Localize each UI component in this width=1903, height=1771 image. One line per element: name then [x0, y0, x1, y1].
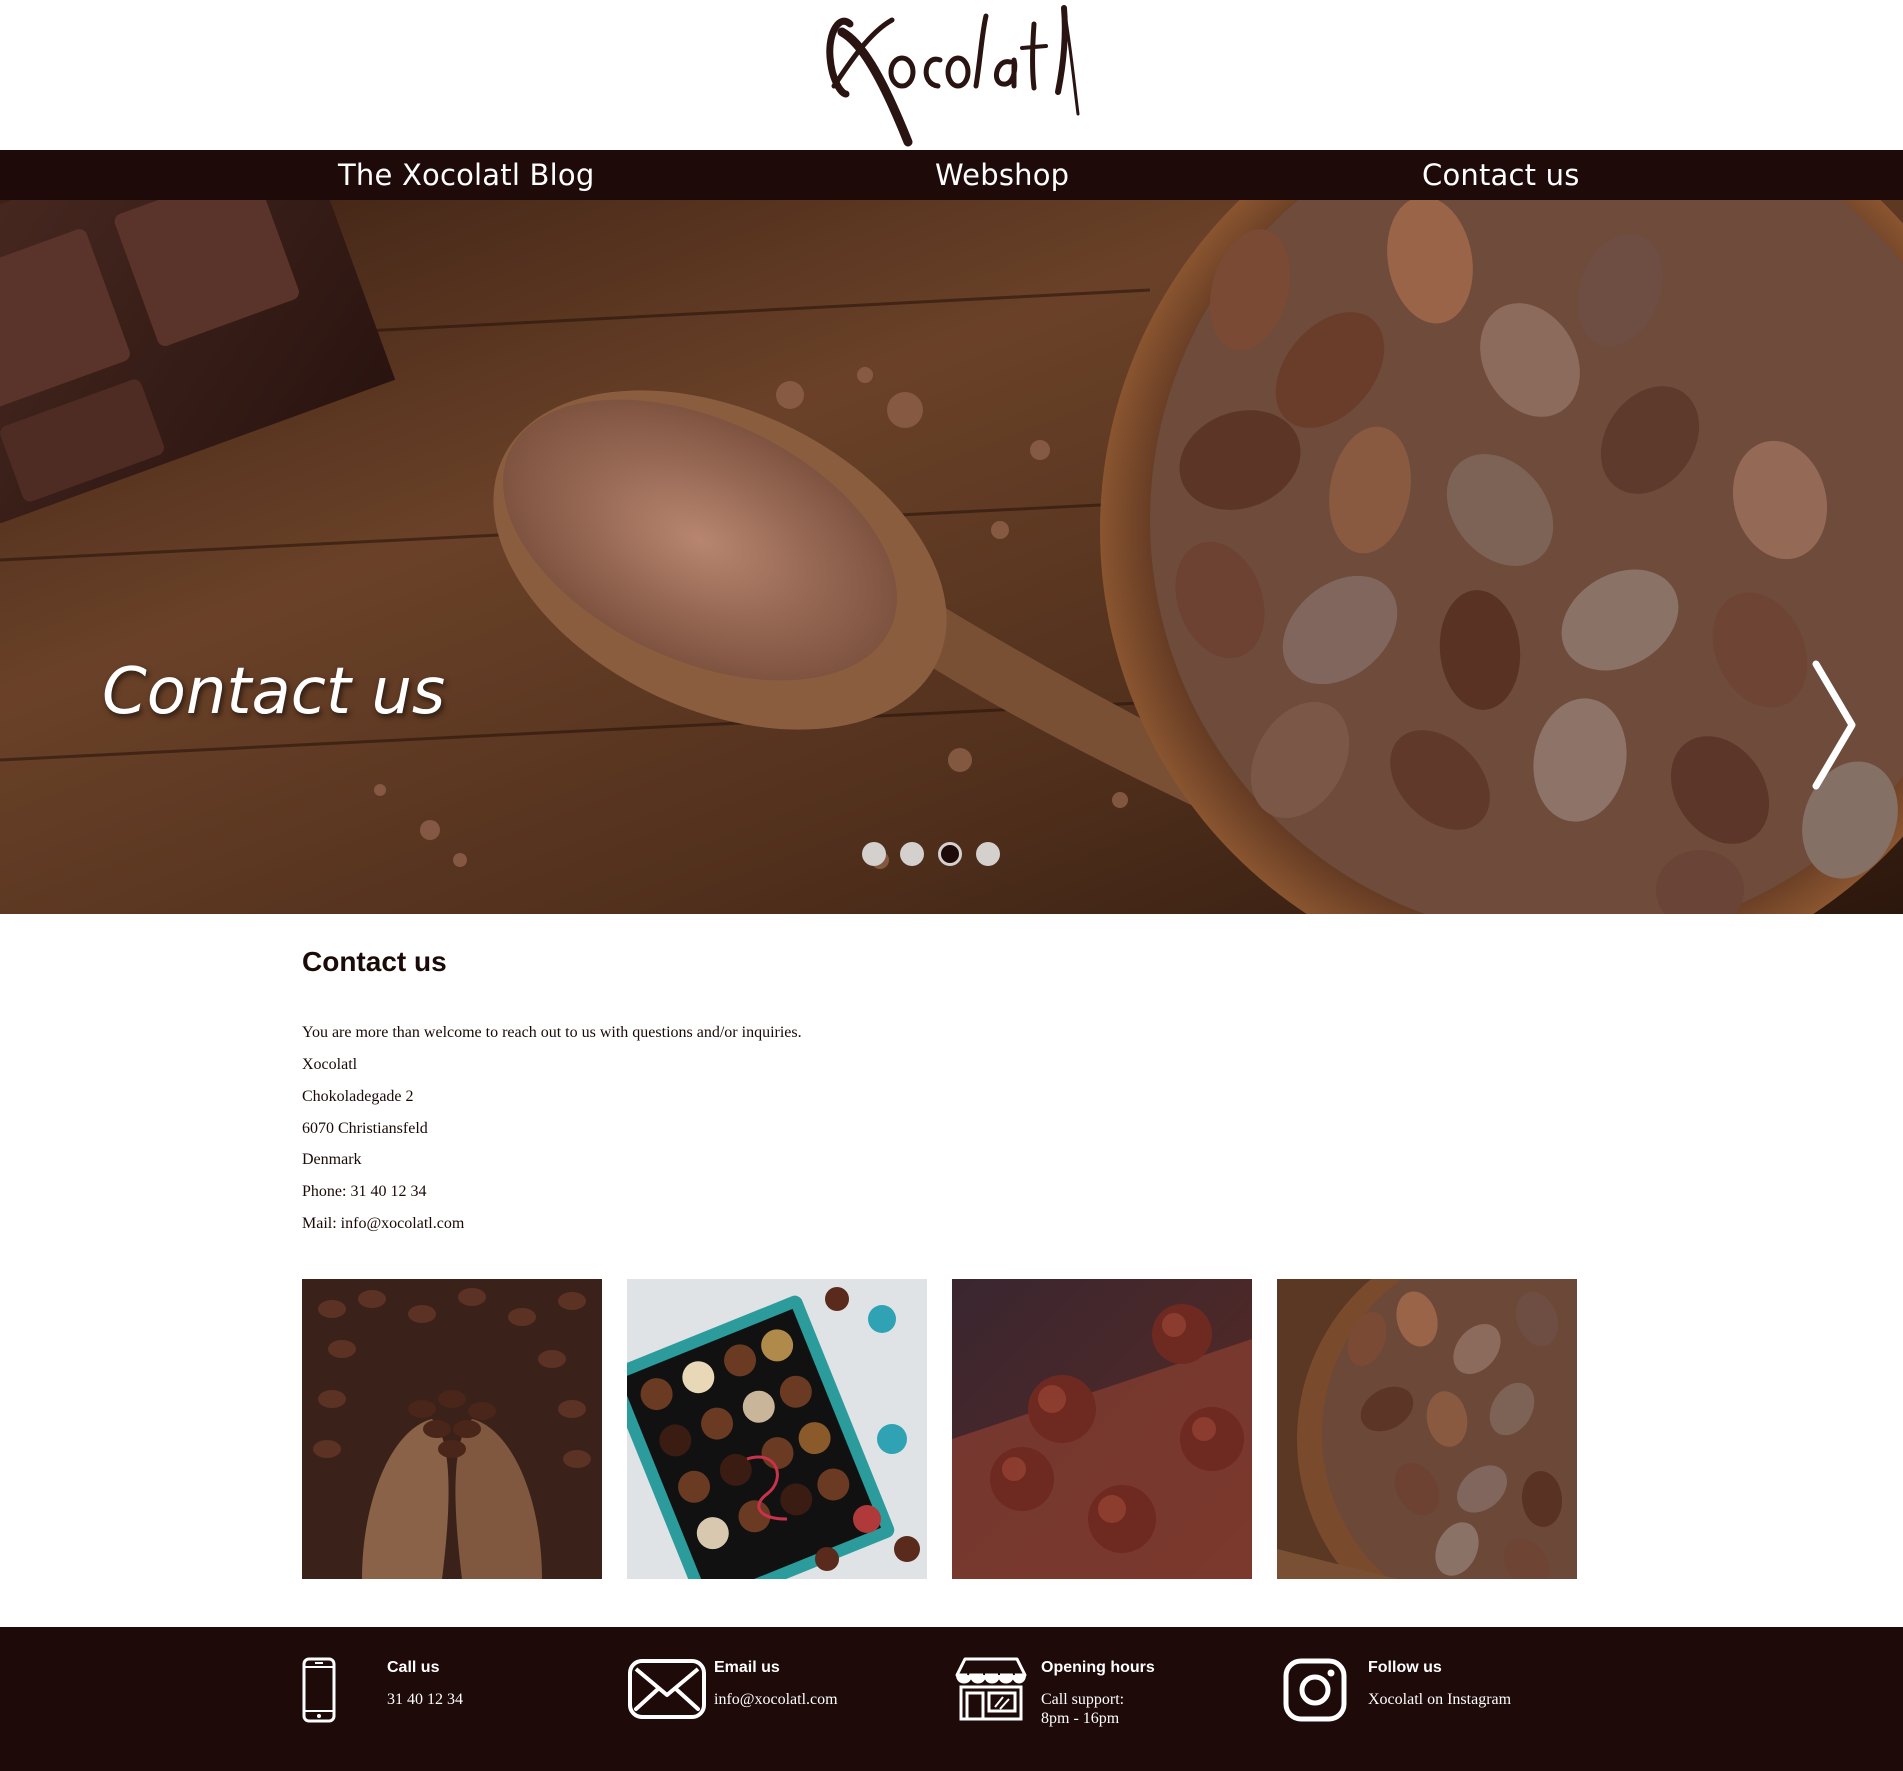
address-city: 6070 Christiansfeld	[302, 1120, 428, 1137]
gallery-image-truffles	[952, 1279, 1252, 1579]
hero-next-arrow-icon[interactable]	[1808, 660, 1858, 790]
address-name: Xocolatl	[302, 1056, 358, 1073]
footer-hours-value: 8pm - 16pm	[1041, 1710, 1120, 1727]
hero-image-cocoa	[0, 200, 1903, 914]
footer-follow-heading: Follow us	[1368, 1659, 1442, 1676]
page-title: Contact us	[302, 946, 447, 977]
nav-link-blog[interactable]: The Xocolatl Blog	[338, 150, 594, 200]
site-footer: Call us 31 40 12 34 Email us info@xocola…	[0, 1627, 1903, 1771]
xocolatl-logo[interactable]	[820, 2, 1082, 148]
site-header	[0, 0, 1903, 150]
gallery-image-cocoa-bowl	[1277, 1279, 1577, 1579]
slider-dot-2[interactable]	[900, 842, 924, 866]
nav-link-webshop[interactable]: Webshop	[935, 150, 1069, 200]
intro-text: You are more than welcome to reach out t…	[302, 1024, 802, 1041]
phone-line: Phone: 31 40 12 34	[302, 1183, 427, 1200]
slider-dot-4[interactable]	[976, 842, 1000, 866]
footer-email-link[interactable]: info@xocolatl.com	[714, 1691, 838, 1709]
footer-email-heading: Email us	[714, 1659, 780, 1676]
address-country: Denmark	[302, 1151, 362, 1168]
footer-instagram-link[interactable]: Xocolatl on Instagram	[1368, 1691, 1511, 1709]
store-icon	[955, 1657, 1027, 1726]
mail-line: Mail: info@xocolatl.com	[302, 1215, 465, 1232]
footer-call-heading: Call us	[387, 1659, 440, 1676]
footer-hours-heading: Opening hours	[1041, 1659, 1155, 1676]
slider-dot-1[interactable]	[862, 842, 886, 866]
footer-call-number[interactable]: 31 40 12 34	[387, 1691, 463, 1709]
gallery-image-cocoa-hands	[302, 1279, 602, 1579]
slider-dot-3[interactable]	[938, 842, 962, 866]
instagram-icon[interactable]	[1283, 1658, 1347, 1727]
phone-icon	[302, 1657, 336, 1728]
logo-script-mark	[826, 5, 1080, 147]
address-street: Chokoladegade 2	[302, 1088, 414, 1105]
hero-title: Contact us	[102, 655, 446, 729]
footer-hours-label: Call support:	[1041, 1691, 1125, 1708]
envelope-icon	[628, 1659, 706, 1724]
nav-link-contact[interactable]: Contact us	[1422, 150, 1580, 200]
gallery-image-chocolate-box	[627, 1279, 927, 1579]
main-navigation: The Xocolatl Blog Webshop Contact us	[0, 150, 1903, 200]
hero-slider: Contact us	[0, 200, 1903, 914]
